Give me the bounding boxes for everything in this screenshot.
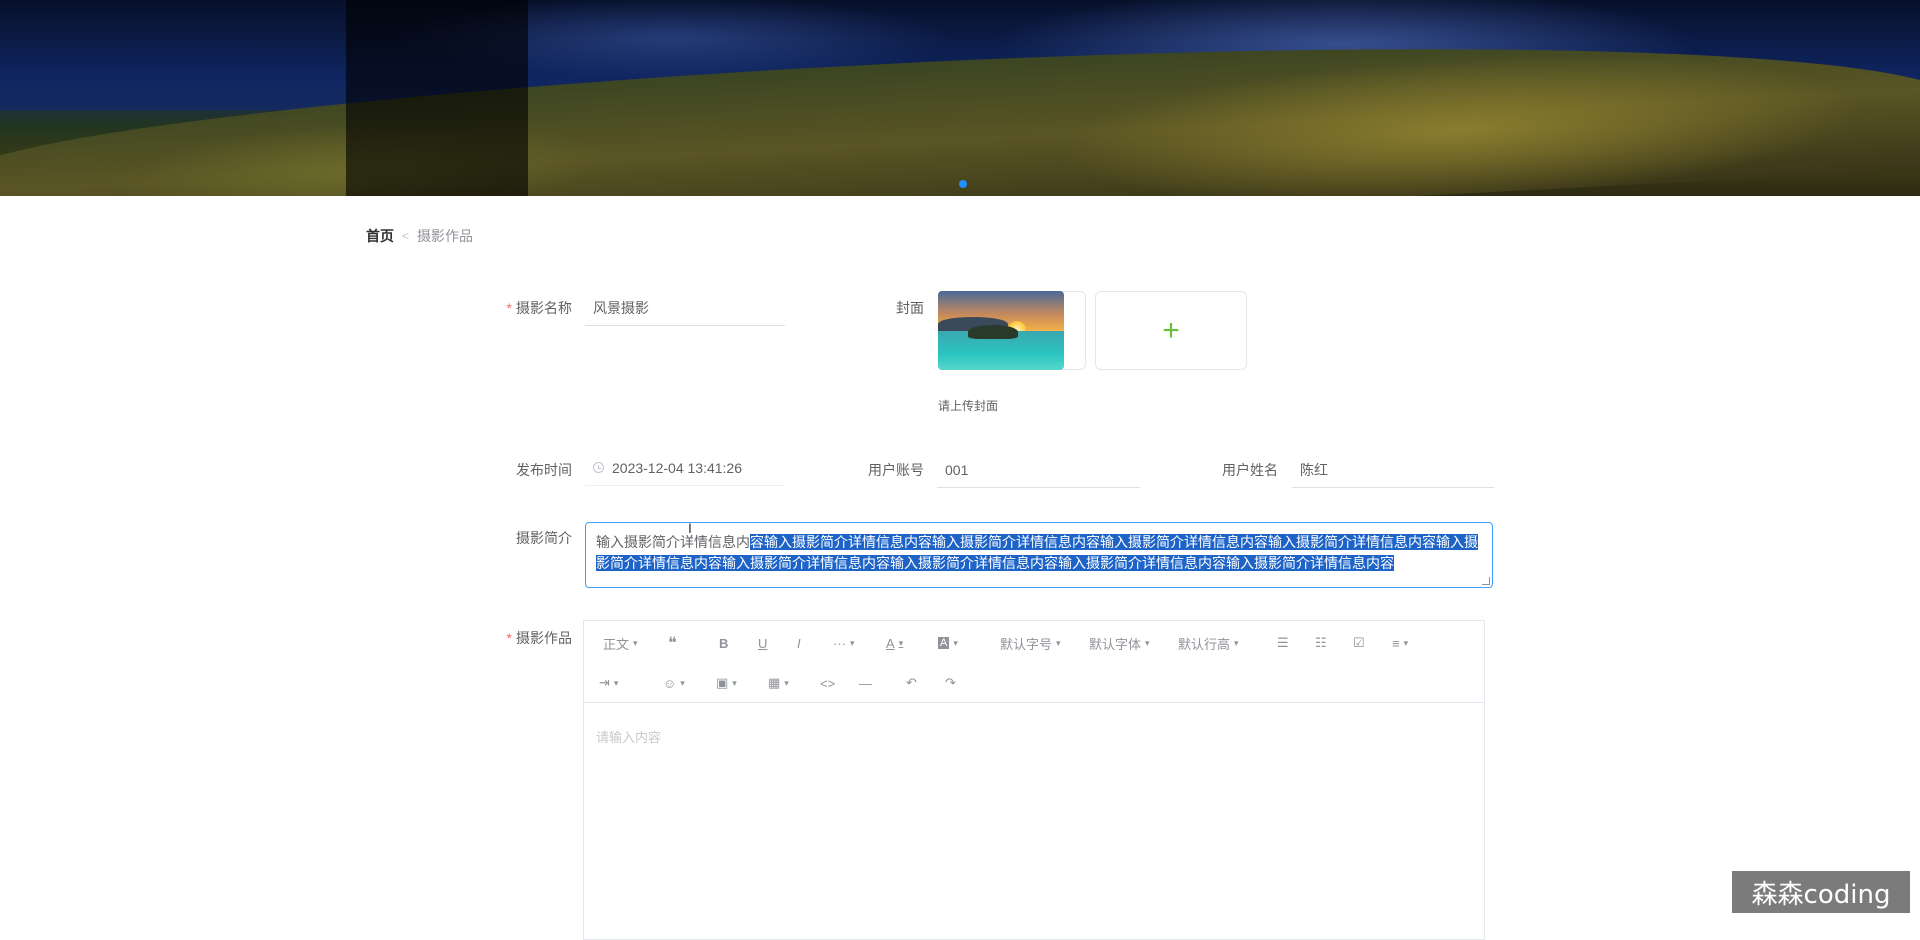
numbered-list-icon[interactable]: ☷ xyxy=(1315,633,1327,653)
align-icon[interactable]: ≡ xyxy=(1392,633,1408,653)
rich-text-editor[interactable]: 正文 ❝ B U I ··· A A 默认字号 默认字体 默认行高 ☰ ☷ ☑ … xyxy=(583,620,1485,940)
intro-label: 摄影简介 xyxy=(516,530,572,546)
resize-handle[interactable] xyxy=(1482,577,1490,585)
clock-icon xyxy=(593,462,604,473)
redo-icon[interactable]: ↷ xyxy=(945,673,956,693)
photo-name-input[interactable]: 风景摄影 xyxy=(585,290,785,326)
table-icon[interactable]: ▦ xyxy=(768,673,789,693)
banner-carousel[interactable] xyxy=(0,0,1920,196)
cover-upload-hint: 请上传封面 xyxy=(938,399,999,413)
breadcrumb-separator: < xyxy=(402,229,410,243)
more-styles-icon[interactable]: ··· xyxy=(833,633,855,653)
intro-textarea[interactable]: 输入摄影简介详情信息内容输入摄影简介详情信息内容输入摄影简介详情信息内容输入摄影… xyxy=(585,522,1493,588)
cover-thumbnail[interactable] xyxy=(938,291,1064,370)
divider-icon[interactable]: — xyxy=(859,673,872,693)
font-size-select[interactable]: 默认字号 xyxy=(1000,633,1061,653)
font-color-icon[interactable]: A xyxy=(886,633,903,653)
user-name-label: 用户姓名 xyxy=(1222,462,1278,478)
italic-icon[interactable]: I xyxy=(797,633,801,653)
indent-icon[interactable]: ⇥ xyxy=(599,673,618,693)
editor-placeholder: 请输入内容 xyxy=(596,730,662,745)
publish-time-label: 发布时间 xyxy=(516,462,572,478)
plus-icon: + xyxy=(1162,313,1180,347)
cover-label: 封面 xyxy=(896,300,924,316)
paragraph-select[interactable]: 正文 xyxy=(603,633,638,653)
text-cursor-icon: I xyxy=(688,520,692,536)
todo-icon[interactable]: ☑ xyxy=(1353,633,1365,653)
underline-icon[interactable]: U xyxy=(758,633,767,653)
user-name-input[interactable]: 陈红 xyxy=(1292,452,1494,488)
watermark: 森森coding xyxy=(1732,871,1910,913)
photo-name-label: 摄影名称 xyxy=(462,298,572,318)
carousel-indicator-dot[interactable] xyxy=(959,180,967,188)
user-account-label: 用户账号 xyxy=(868,462,924,478)
font-family-select[interactable]: 默认字体 xyxy=(1089,633,1150,653)
bullet-list-icon[interactable]: ☰ xyxy=(1277,633,1289,653)
banner-overlay-panel xyxy=(346,0,528,196)
code-icon[interactable]: <> xyxy=(820,673,835,693)
background-color-icon[interactable]: A xyxy=(938,633,958,653)
breadcrumb: 首页 < 摄影作品 xyxy=(366,226,473,246)
quote-icon[interactable]: ❝ xyxy=(668,633,677,653)
cover-upload-button[interactable]: + xyxy=(1095,291,1247,370)
line-height-select[interactable]: 默认行高 xyxy=(1178,633,1239,653)
image-icon[interactable]: ▣ xyxy=(716,673,737,693)
publish-time-input[interactable]: 2023-12-04 13:41:26 xyxy=(585,450,785,486)
editor-toolbar: 正文 ❝ B U I ··· A A 默认字号 默认字体 默认行高 ☰ ☷ ☑ … xyxy=(584,621,1484,703)
breadcrumb-current: 摄影作品 xyxy=(417,228,474,244)
emoji-icon[interactable]: ☺ xyxy=(663,673,685,693)
undo-icon[interactable]: ↶ xyxy=(906,673,917,693)
bold-icon[interactable]: B xyxy=(719,633,728,653)
works-label: 摄影作品 xyxy=(462,628,572,648)
user-account-input[interactable]: 001 xyxy=(937,452,1140,488)
breadcrumb-home-link[interactable]: 首页 xyxy=(366,226,394,246)
